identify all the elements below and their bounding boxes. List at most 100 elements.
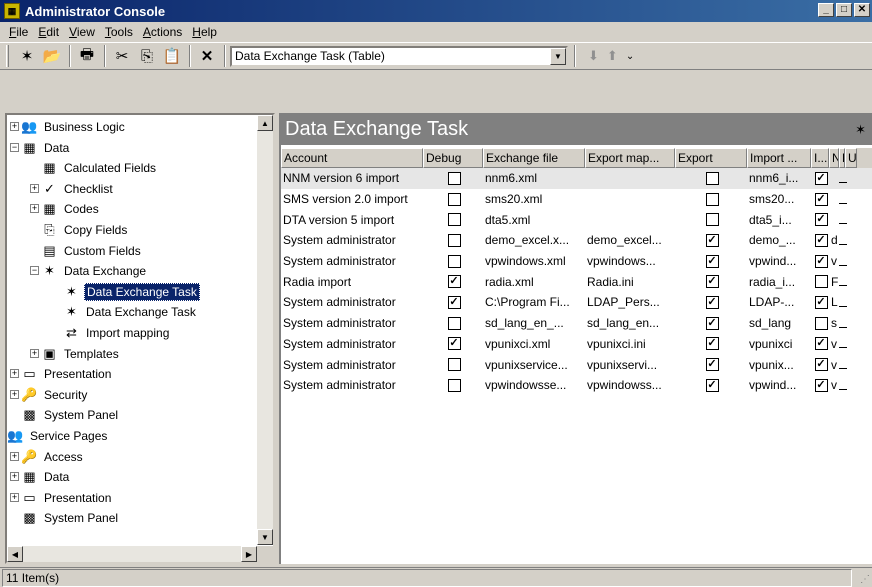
export-checkbox[interactable]: ✓ (705, 275, 719, 289)
debug-checkbox[interactable] (447, 213, 461, 227)
tree-item[interactable]: ✶ Data Exchange Task (63, 282, 200, 302)
menu-item[interactable]: Actions (138, 25, 187, 39)
print-icon[interactable]: 🖶 (75, 45, 99, 67)
column-header[interactable]: Import ... (747, 148, 811, 168)
expand-icon[interactable]: + (30, 348, 39, 358)
export-checkbox[interactable]: ✓ (705, 254, 719, 268)
debug-checkbox[interactable] (447, 358, 461, 372)
expand-icon[interactable]: + (10, 451, 19, 461)
tree-item[interactable]: + ▭ Presentation (10, 488, 113, 508)
export-checkbox[interactable]: ✓ (705, 378, 719, 392)
export-checkbox[interactable] (705, 192, 719, 206)
tree-item[interactable]: ▩ System Panel (21, 405, 120, 425)
debug-checkbox[interactable] (447, 316, 461, 330)
menu-item[interactable]: File (4, 25, 33, 39)
expand-icon[interactable]: + (10, 369, 19, 379)
tree-item[interactable]: + ▣ Templates (30, 344, 121, 364)
i-checkbox[interactable]: ✓ (814, 337, 828, 351)
table-row[interactable]: System administrator ✓ C:\Program Fi... LDA… (281, 292, 872, 313)
table-row[interactable]: System administrator vpunixservice... vpun… (281, 354, 872, 375)
open-folder-icon[interactable]: 📂 (40, 45, 64, 67)
toolbar-overflow-icon[interactable]: ⌄ (626, 51, 634, 62)
column-header[interactable]: Export map... (585, 148, 675, 168)
expand-icon[interactable]: + (10, 492, 19, 502)
tree-item[interactable]: + 🔑 Access (10, 447, 85, 467)
toolbar-grip[interactable] (6, 45, 9, 67)
tree-item[interactable]: + ▦ Codes (30, 199, 101, 219)
debug-checkbox[interactable] (447, 192, 461, 206)
debug-checkbox[interactable] (447, 378, 461, 392)
i-checkbox[interactable]: ✓ (814, 192, 828, 206)
column-header[interactable]: Account (281, 148, 423, 168)
i-checkbox[interactable]: ✓ (814, 358, 828, 372)
tree-item[interactable]: ⇄ Import mapping (63, 323, 171, 343)
debug-checkbox[interactable] (447, 254, 461, 268)
tree-item[interactable]: + 🔑 Security (10, 385, 89, 405)
tree-item[interactable]: ▤ Custom Fields (41, 241, 143, 261)
tree-item[interactable]: − ▦ Data (10, 138, 71, 158)
i-checkbox[interactable]: ✓ (814, 233, 828, 247)
export-checkbox[interactable] (705, 213, 719, 227)
maximize-button[interactable]: □ (836, 3, 852, 17)
arrow-up-icon[interactable]: ⬆ (607, 48, 618, 64)
menu-item[interactable]: Help (187, 25, 222, 39)
tree-vertical-scrollbar[interactable]: ▲ ▼ (257, 115, 273, 545)
table-row[interactable]: NNM version 6 import nnm6.xml nnm6_i... ✓ (281, 168, 872, 189)
column-header[interactable]: N (829, 148, 839, 168)
navigation-tree[interactable]: ▲ ▼ ◀ ▶ + 👥 Business Logic − ▦ Data ▦ Calculate… (5, 113, 275, 564)
scroll-right-icon[interactable]: ▶ (241, 546, 257, 562)
tree-item[interactable]: ⎘ Copy Fields (41, 220, 129, 240)
debug-checkbox[interactable]: ✓ (447, 337, 461, 351)
scroll-up-icon[interactable]: ▲ (257, 115, 273, 131)
column-header[interactable]: I... (811, 148, 829, 168)
copy-icon[interactable]: ⎘ (135, 45, 159, 67)
tree-item[interactable]: ✶ Data Exchange Task (63, 302, 198, 322)
column-header[interactable]: Export (675, 148, 747, 168)
tree-item[interactable]: + ▭ Presentation (10, 364, 113, 384)
expand-icon[interactable]: + (30, 204, 39, 214)
resize-grip-icon[interactable]: ⋰ (860, 574, 870, 585)
menu-item[interactable]: View (64, 25, 100, 39)
menu-item[interactable]: Edit (33, 25, 64, 39)
i-checkbox[interactable]: ✓ (814, 378, 828, 392)
debug-checkbox[interactable]: ✓ (447, 275, 461, 289)
debug-checkbox[interactable]: ✓ (447, 295, 461, 309)
cut-icon[interactable]: ✂ (110, 45, 134, 67)
arrow-down-icon[interactable]: ⬇ (588, 48, 599, 64)
i-checkbox[interactable]: ✓ (814, 171, 828, 185)
menu-item[interactable]: Tools (100, 25, 138, 39)
table-row[interactable]: DTA version 5 import dta5.xml dta5_i... ✓ (281, 209, 872, 230)
table-row[interactable]: System administrator demo_excel.x... demo_… (281, 230, 872, 251)
scroll-left-icon[interactable]: ◀ (7, 546, 23, 562)
delete-icon[interactable]: ✕ (195, 45, 219, 67)
expand-icon[interactable]: + (10, 389, 19, 399)
table-row[interactable]: System administrator sd_lang_en_... sd_lan… (281, 313, 872, 334)
tree-item[interactable]: − ✶ Data Exchange (30, 261, 148, 281)
tree-item[interactable]: ▩ System Panel (21, 508, 120, 528)
table-row[interactable]: System administrator vpwindowsse... vpwind… (281, 375, 872, 396)
tree-item[interactable]: 👥 Service Pages (7, 426, 109, 446)
table-row[interactable]: Radia import ✓ radia.xml Radia.ini ✓ radia_i.… (281, 271, 872, 292)
i-checkbox[interactable] (814, 275, 828, 289)
tree-item[interactable]: + ✓ Checklist (30, 179, 115, 199)
export-checkbox[interactable]: ✓ (705, 316, 719, 330)
i-checkbox[interactable]: ✓ (814, 295, 828, 309)
minimize-button[interactable]: _ (818, 3, 834, 17)
expand-icon[interactable]: + (10, 472, 19, 482)
new-task-icon[interactable]: ✶ (15, 45, 39, 67)
i-checkbox[interactable]: ✓ (814, 213, 828, 227)
collapse-icon[interactable]: − (30, 266, 39, 276)
export-checkbox[interactable]: ✓ (705, 295, 719, 309)
collapse-icon[interactable]: − (10, 142, 19, 152)
table-row[interactable]: SMS version 2.0 import sms20.xml sms20... ✓ (281, 189, 872, 210)
close-button[interactable]: ✕ (854, 3, 870, 17)
tree-item[interactable]: + 👥 Business Logic (10, 117, 127, 137)
export-checkbox[interactable]: ✓ (705, 233, 719, 247)
expand-icon[interactable]: + (10, 122, 19, 131)
column-header[interactable]: Exchange file (483, 148, 585, 168)
column-header[interactable]: U (845, 148, 857, 168)
expand-icon[interactable]: + (30, 183, 39, 193)
view-select[interactable]: Data Exchange Task (Table) ▼ (230, 45, 568, 67)
tree-horizontal-scrollbar[interactable]: ◀ ▶ (7, 546, 257, 562)
column-header[interactable]: Debug (423, 148, 483, 168)
